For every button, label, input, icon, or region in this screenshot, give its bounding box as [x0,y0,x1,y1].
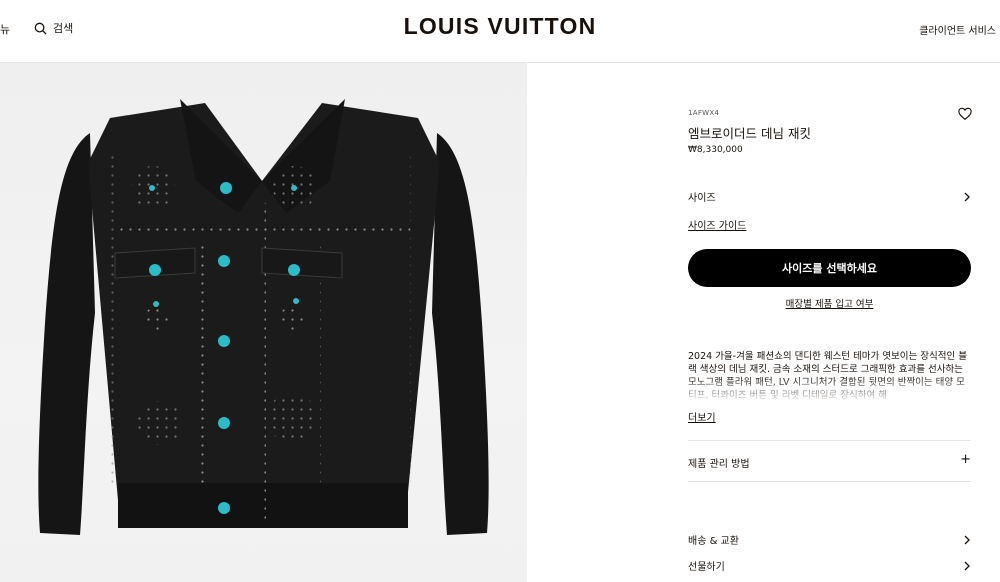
size-label: 사이즈 [688,193,716,204]
divider [688,481,971,482]
product-sku: 1AFWX4 [688,109,720,117]
site-header: 뉴 검색 LOUIS VUITTON 클라이언트 서비스 [0,0,1000,63]
store-availability-link[interactable]: 매장별 제품 입고 여부 [688,296,971,310]
size-guide-link[interactable]: 사이즈 가이드 [688,217,746,232]
product-image[interactable] [0,63,527,582]
chevron-right-icon [964,535,970,544]
shipping-link[interactable]: 배송 & 교환 [688,532,971,547]
jacket-illustration [38,99,489,535]
select-size-button[interactable]: 사이즈를 선택하세요 [688,249,971,287]
shipping-label: 배송 & 교환 [688,536,739,547]
client-service-link[interactable]: 클라이언트 서비스 [919,22,996,37]
product-title: 엠브로이더드 데님 재킷 [688,126,811,141]
heart-icon[interactable] [958,107,972,121]
description-fade [688,376,971,404]
care-accordion[interactable]: 제품 관리 방법 + [688,452,971,470]
chevron-right-icon [964,192,970,201]
chevron-right-icon [964,561,970,570]
gift-label: 선물하기 [688,562,725,573]
read-more-link[interactable]: 더보기 [688,409,716,424]
plus-icon: + [960,452,971,467]
care-label: 제품 관리 방법 [688,459,750,470]
size-selector[interactable]: 사이즈 [688,189,971,204]
divider [688,440,971,441]
product-price: ₩8,330,000 [688,145,743,155]
gift-link[interactable]: 선물하기 [688,558,971,573]
brand-logo[interactable]: LOUIS VUITTON [0,13,1000,40]
